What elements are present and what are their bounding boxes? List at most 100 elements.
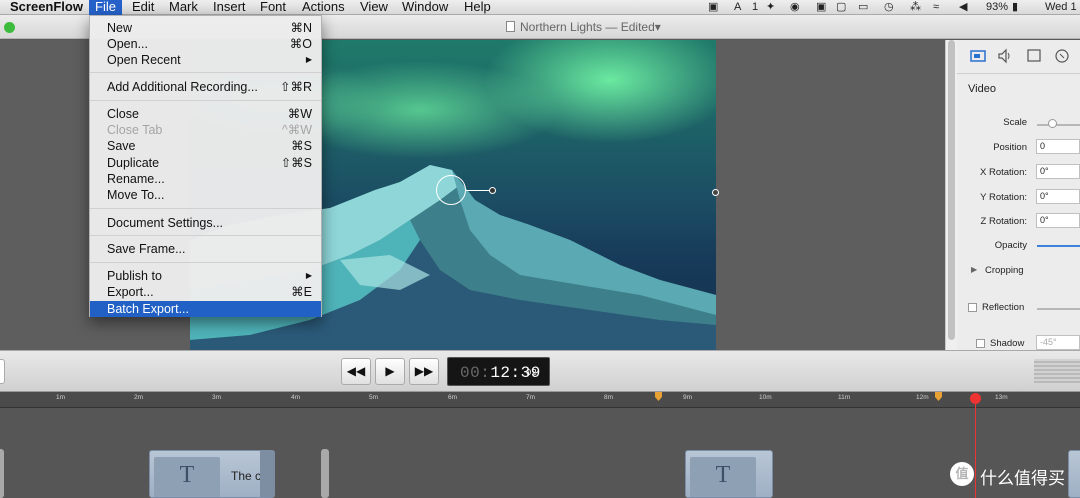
reflection-slider[interactable] bbox=[1037, 308, 1080, 310]
ruler-tick-label: 4m bbox=[291, 394, 301, 401]
camera-status-icon[interactable]: ▣ bbox=[708, 0, 718, 15]
menu-item-move-to[interactable]: Move To... bbox=[90, 187, 321, 203]
x-rotation-label: X Rotation: bbox=[980, 167, 1027, 178]
play-button[interactable]: ▶ bbox=[375, 358, 405, 385]
menu-item-open-recent[interactable]: Open Recent ▶ bbox=[90, 52, 321, 68]
rewind-button[interactable]: ◀◀ bbox=[341, 358, 371, 385]
timeline-track-area[interactable]: T The c T bbox=[0, 408, 1080, 498]
menu-window[interactable]: Window bbox=[396, 0, 454, 15]
scale-slider-knob[interactable] bbox=[1048, 119, 1057, 128]
reflection-label: Reflection bbox=[982, 302, 1025, 313]
watermark-logo: 值 bbox=[950, 462, 974, 486]
y-rotation-field[interactable]: 0° bbox=[1036, 189, 1080, 204]
timeline-marker[interactable] bbox=[935, 392, 942, 401]
menu-item-add-recording[interactable]: Add Additional Recording... ⇧⌘R bbox=[90, 79, 321, 95]
opacity-slider[interactable] bbox=[1037, 245, 1080, 247]
window-zoom-button[interactable] bbox=[4, 22, 15, 33]
scale-slider-track[interactable] bbox=[1037, 124, 1080, 126]
audio-properties-icon[interactable] bbox=[996, 48, 1014, 64]
rotation-handle-ring[interactable] bbox=[436, 175, 466, 205]
evernote-status-icon[interactable]: ✦ bbox=[766, 0, 775, 15]
timeline-marker[interactable] bbox=[655, 392, 662, 401]
document-title[interactable]: Northern Lights — Edited▾ bbox=[506, 20, 661, 34]
menu-item-batch-export[interactable]: Batch Export... bbox=[90, 301, 321, 317]
menu-file[interactable]: File bbox=[89, 0, 122, 15]
airplay-status-icon[interactable]: ▭ bbox=[858, 0, 868, 15]
menu-item-open[interactable]: Open... ⌘O bbox=[90, 36, 321, 52]
video-properties-icon[interactable] bbox=[969, 48, 987, 64]
text-clip-thumbnail: T bbox=[154, 457, 220, 497]
z-rotation-field[interactable]: 0° bbox=[1036, 213, 1080, 228]
volume-icon[interactable]: ◀ bbox=[959, 0, 967, 15]
rotation-handle-dot[interactable] bbox=[489, 187, 496, 194]
position-field[interactable]: 0 bbox=[1036, 139, 1080, 154]
battery-icon[interactable]: ▮ bbox=[1012, 0, 1018, 15]
menu-item-publish-to[interactable]: Publish to ▶ bbox=[90, 268, 321, 284]
menu-item-export[interactable]: Export... ⌘E bbox=[90, 284, 321, 300]
audio-level-meter bbox=[1034, 359, 1080, 383]
menu-item-save-frame[interactable]: Save Frame... bbox=[90, 241, 321, 257]
transport-bar: ◀◀ ▶ ▶▶ 00:12:39 02 bbox=[0, 350, 1080, 392]
bluetooth-icon[interactable]: ⁂ bbox=[910, 0, 921, 15]
inspector-heading: Video bbox=[968, 83, 996, 95]
menu-actions[interactable]: Actions bbox=[296, 0, 351, 15]
clip-edge-handle[interactable] bbox=[321, 449, 329, 498]
menu-insert[interactable]: Insert bbox=[207, 0, 252, 15]
menu-mark[interactable]: Mark bbox=[163, 0, 204, 15]
document-icon bbox=[506, 21, 515, 32]
playhead-handle[interactable] bbox=[970, 393, 981, 404]
menu-view[interactable]: View bbox=[354, 0, 394, 15]
clock-day[interactable]: Wed 1 bbox=[1045, 0, 1077, 15]
shadow-angle-field[interactable]: -45° bbox=[1036, 335, 1080, 350]
menu-separator bbox=[90, 100, 321, 101]
wifi-icon[interactable]: ≈ bbox=[933, 0, 939, 15]
menu-separator bbox=[90, 72, 321, 73]
document-title-text: Northern Lights bbox=[520, 20, 603, 34]
clip-end-cap[interactable] bbox=[260, 451, 274, 497]
crop-status-icon[interactable]: ▢ bbox=[836, 0, 846, 15]
reflection-checkbox[interactable] bbox=[968, 303, 977, 312]
ruler-tick-label: 8m bbox=[604, 394, 614, 401]
scale-label: Scale bbox=[1003, 117, 1027, 128]
shadow-checkbox[interactable] bbox=[976, 339, 985, 348]
z-rotation-label: Z Rotation: bbox=[980, 216, 1027, 227]
menu-item-duplicate[interactable]: Duplicate ⇧⌘S bbox=[90, 155, 321, 171]
menu-help[interactable]: Help bbox=[458, 0, 497, 15]
ruler-tick-label: 1m bbox=[56, 394, 66, 401]
sync-status-icon[interactable]: ◉ bbox=[790, 0, 800, 15]
fast-forward-button[interactable]: ▶▶ bbox=[409, 358, 439, 385]
timeline-left-button[interactable] bbox=[0, 359, 5, 384]
cropping-disclosure-icon[interactable]: ▶ bbox=[971, 265, 977, 274]
callout-properties-icon[interactable] bbox=[1053, 48, 1071, 64]
menu-app-screenflow[interactable]: ScreenFlow bbox=[4, 0, 89, 15]
ruler-tick-label: 5m bbox=[369, 394, 379, 401]
screen-properties-icon[interactable] bbox=[1025, 48, 1043, 64]
menu-edit[interactable]: Edit bbox=[126, 0, 160, 15]
timecode-display: 00:12:39 02 bbox=[447, 357, 550, 386]
screenflow-status-icon[interactable]: ▣ bbox=[816, 0, 826, 15]
text-clip[interactable]: T The c bbox=[149, 450, 275, 498]
text-clip[interactable]: T bbox=[685, 450, 773, 498]
time-machine-icon[interactable]: ◷ bbox=[884, 0, 894, 15]
menu-item-close[interactable]: Close ⌘W bbox=[90, 106, 321, 122]
resize-handle-right[interactable] bbox=[712, 189, 719, 196]
ruler-tick-label: 10m bbox=[759, 394, 772, 401]
menu-item-save[interactable]: Save ⌘S bbox=[90, 138, 321, 154]
clip-edge-handle[interactable] bbox=[0, 449, 4, 498]
cropping-label[interactable]: Cropping bbox=[985, 265, 1024, 276]
opacity-label: Opacity bbox=[994, 240, 1027, 251]
watermark-text: 什么值得买 bbox=[980, 469, 1065, 488]
playhead-line[interactable] bbox=[975, 398, 976, 498]
menu-item-document-settings[interactable]: Document Settings... bbox=[90, 215, 321, 231]
x-rotation-field[interactable]: 0° bbox=[1036, 164, 1080, 179]
menu-font[interactable]: Font bbox=[254, 0, 292, 15]
canvas-scrollbar[interactable] bbox=[945, 40, 957, 350]
timeline-ruler[interactable]: 1m 2m 3m 4m 5m 6m 7m 8m 9m 10m 11m 12m 1… bbox=[0, 392, 1080, 408]
clip-partial[interactable] bbox=[1068, 450, 1080, 498]
adobe-status-icon[interactable]: A bbox=[734, 0, 741, 15]
menu-item-rename[interactable]: Rename... bbox=[90, 171, 321, 187]
canvas-scrollbar-thumb[interactable] bbox=[948, 40, 955, 340]
menu-item-new[interactable]: New ⌘N bbox=[90, 20, 321, 36]
inspector-tabs bbox=[957, 40, 1080, 74]
menu-separator bbox=[90, 262, 321, 263]
